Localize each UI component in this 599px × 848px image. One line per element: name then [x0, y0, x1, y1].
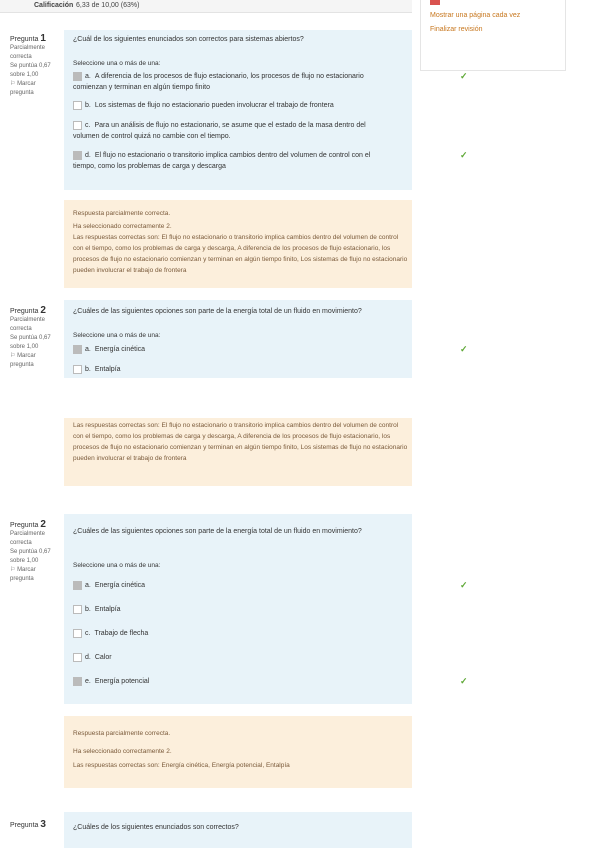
- checkbox[interactable]: [73, 652, 82, 662]
- quiz-review-main: Calificación 6,33 de 10,00 (63%) Pregunt…: [0, 0, 468, 378]
- answer-option[interactable]: a. A diferencia de los procesos de flujo …: [73, 71, 393, 93]
- flag-icon: ⚐: [10, 353, 16, 359]
- quiz-navigation-panel: Mostrar una página cada vez Finalizar re…: [420, 0, 566, 378]
- question-number: Pregunta 2: [10, 305, 46, 316]
- question-score: Se puntúa 0,67 sobre 1,00: [10, 549, 51, 564]
- question-number: Pregunta 1: [10, 33, 46, 44]
- feedback-title: Respuesta parcialmente correcta.: [73, 730, 171, 737]
- checkbox-checked[interactable]: [73, 150, 82, 160]
- feedback-title: Respuesta parcialmente correcta.: [73, 210, 171, 217]
- feedback-answer: Las respuestas correctas son: Energía ci…: [73, 762, 290, 769]
- checkbox-checked[interactable]: [73, 71, 82, 81]
- question-text: ¿Cuáles de las siguientes opciones son p…: [73, 308, 362, 315]
- question-status: Parcialmente correcta: [10, 45, 46, 60]
- checkbox-checked[interactable]: [73, 580, 82, 590]
- answer-prompt: Seleccione una o más de una:: [73, 562, 161, 569]
- finish-review-link[interactable]: Finalizar revisión: [430, 26, 483, 33]
- checkbox-checked[interactable]: [73, 676, 82, 686]
- answer-option[interactable]: b. Los sistemas de flujo no estacionario …: [73, 100, 393, 111]
- question-box: ¿Cuáles de las siguientes opciones son p…: [64, 300, 468, 378]
- answer-prompt: Seleccione una o más de una:: [73, 332, 161, 339]
- correct-check-icon: ✓: [460, 676, 468, 686]
- nav-button-current[interactable]: [430, 0, 440, 5]
- answer-option[interactable]: c. Para un análisis de flujo no estaciona…: [73, 120, 393, 142]
- feedback-box: Respuesta parcialmente correcta. Ha sele…: [64, 200, 412, 288]
- question-score: Se puntúa 0,67 sobre 1,00: [10, 335, 51, 350]
- show-one-page-link[interactable]: Mostrar una página cada vez: [430, 12, 520, 19]
- browser-sidebar: ✦ ◆ ■ ♪ ● ■ ▲ ⌕ −: [568, 418, 599, 848]
- answer-option[interactable]: a. Energía cinética: [73, 580, 393, 591]
- feedback-box: Las respuestas correctas son: El flujo n…: [64, 418, 412, 486]
- question-box: ¿Cuáles de las siguientes opciones son p…: [64, 514, 468, 704]
- answer-option[interactable]: a. Energía cinética: [73, 344, 393, 355]
- question-text: ¿Cuáles de los siguientes enunciados son…: [73, 824, 239, 831]
- checkbox-checked[interactable]: [73, 344, 82, 354]
- answer-option[interactable]: c. Trabajo de flecha: [73, 628, 393, 639]
- checkbox[interactable]: [73, 120, 82, 130]
- checkbox[interactable]: [73, 628, 82, 638]
- question-info: Pregunta 2 Parcialmente correcta Se punt…: [10, 306, 58, 370]
- flag-icon: ⚐: [10, 567, 16, 573]
- feedback-answer: Las respuestas correctas son: El flujo n…: [73, 422, 408, 462]
- flag-question-link[interactable]: ⚐ Marcar pregunta: [10, 80, 58, 98]
- question-status: Parcialmente correcta: [10, 317, 46, 332]
- flag-icon: ⚐: [10, 81, 16, 87]
- grade-row: Calificación 6,33 de 10,00 (63%): [0, 0, 412, 13]
- browser-sidebar: ✦ ◆ ■ ♪ ● ■ ▲ ⌕ − ▦ ⚙: [568, 0, 599, 378]
- screenshot-bottom: Las respuestas correctas son: El flujo n…: [0, 418, 599, 848]
- navigation-block: Mostrar una página cada vez Finalizar re…: [420, 0, 566, 71]
- question-info: Pregunta 2 Parcialmente correcta Se punt…: [10, 520, 58, 584]
- flag-question-link[interactable]: ⚐ Marcar pregunta: [10, 352, 58, 370]
- checkbox[interactable]: [73, 604, 82, 614]
- checkbox[interactable]: [73, 364, 82, 374]
- question-status: Parcialmente correcta: [10, 531, 46, 546]
- quiz-review-main: Las respuestas correctas son: El flujo n…: [0, 418, 468, 848]
- question-text: ¿Cuál de los siguientes enunciados son c…: [73, 36, 304, 43]
- feedback-selected: Ha seleccionado correctamente 2.: [73, 223, 172, 230]
- question-info: Pregunta 1 Parcialmente correcta Se punt…: [10, 34, 58, 98]
- question-number: Pregunta 3: [10, 819, 46, 830]
- feedback-answer: Las respuestas correctas son: El flujo n…: [73, 234, 408, 274]
- question-text: ¿Cuáles de las siguientes opciones son p…: [73, 528, 362, 535]
- answer-option[interactable]: d. El flujo no estacionario o transitorio…: [73, 150, 393, 172]
- feedback-box: Respuesta parcialmente correcta. Ha sele…: [64, 716, 412, 788]
- feedback-selected: Ha seleccionado correctamente 2.: [73, 748, 172, 755]
- grade-label: Calificación: [34, 2, 74, 9]
- question-number: Pregunta 2: [10, 519, 46, 530]
- answer-prompt: Seleccione una o más de una:: [73, 60, 161, 67]
- question-box: ¿Cuáles de los siguientes enunciados son…: [64, 812, 412, 848]
- answer-option[interactable]: b. Entalpía: [73, 604, 393, 615]
- answer-option[interactable]: d. Calor: [73, 652, 393, 663]
- question-info: Pregunta 3: [10, 820, 58, 830]
- correct-check-icon: ✓: [460, 580, 468, 590]
- question-score: Se puntúa 0,67 sobre 1,00: [10, 63, 51, 78]
- flag-question-link[interactable]: ⚐ Marcar pregunta: [10, 566, 58, 584]
- question-box: ¿Cuál de los siguientes enunciados son c…: [64, 30, 468, 190]
- grade-value: 6,33 de 10,00 (63%): [76, 2, 140, 9]
- answer-option[interactable]: e. Energía potencial: [73, 676, 393, 687]
- answer-option[interactable]: b. Entalpía: [73, 364, 393, 375]
- screenshot-top: Calificación 6,33 de 10,00 (63%) Pregunt…: [0, 0, 599, 378]
- checkbox[interactable]: [73, 100, 82, 110]
